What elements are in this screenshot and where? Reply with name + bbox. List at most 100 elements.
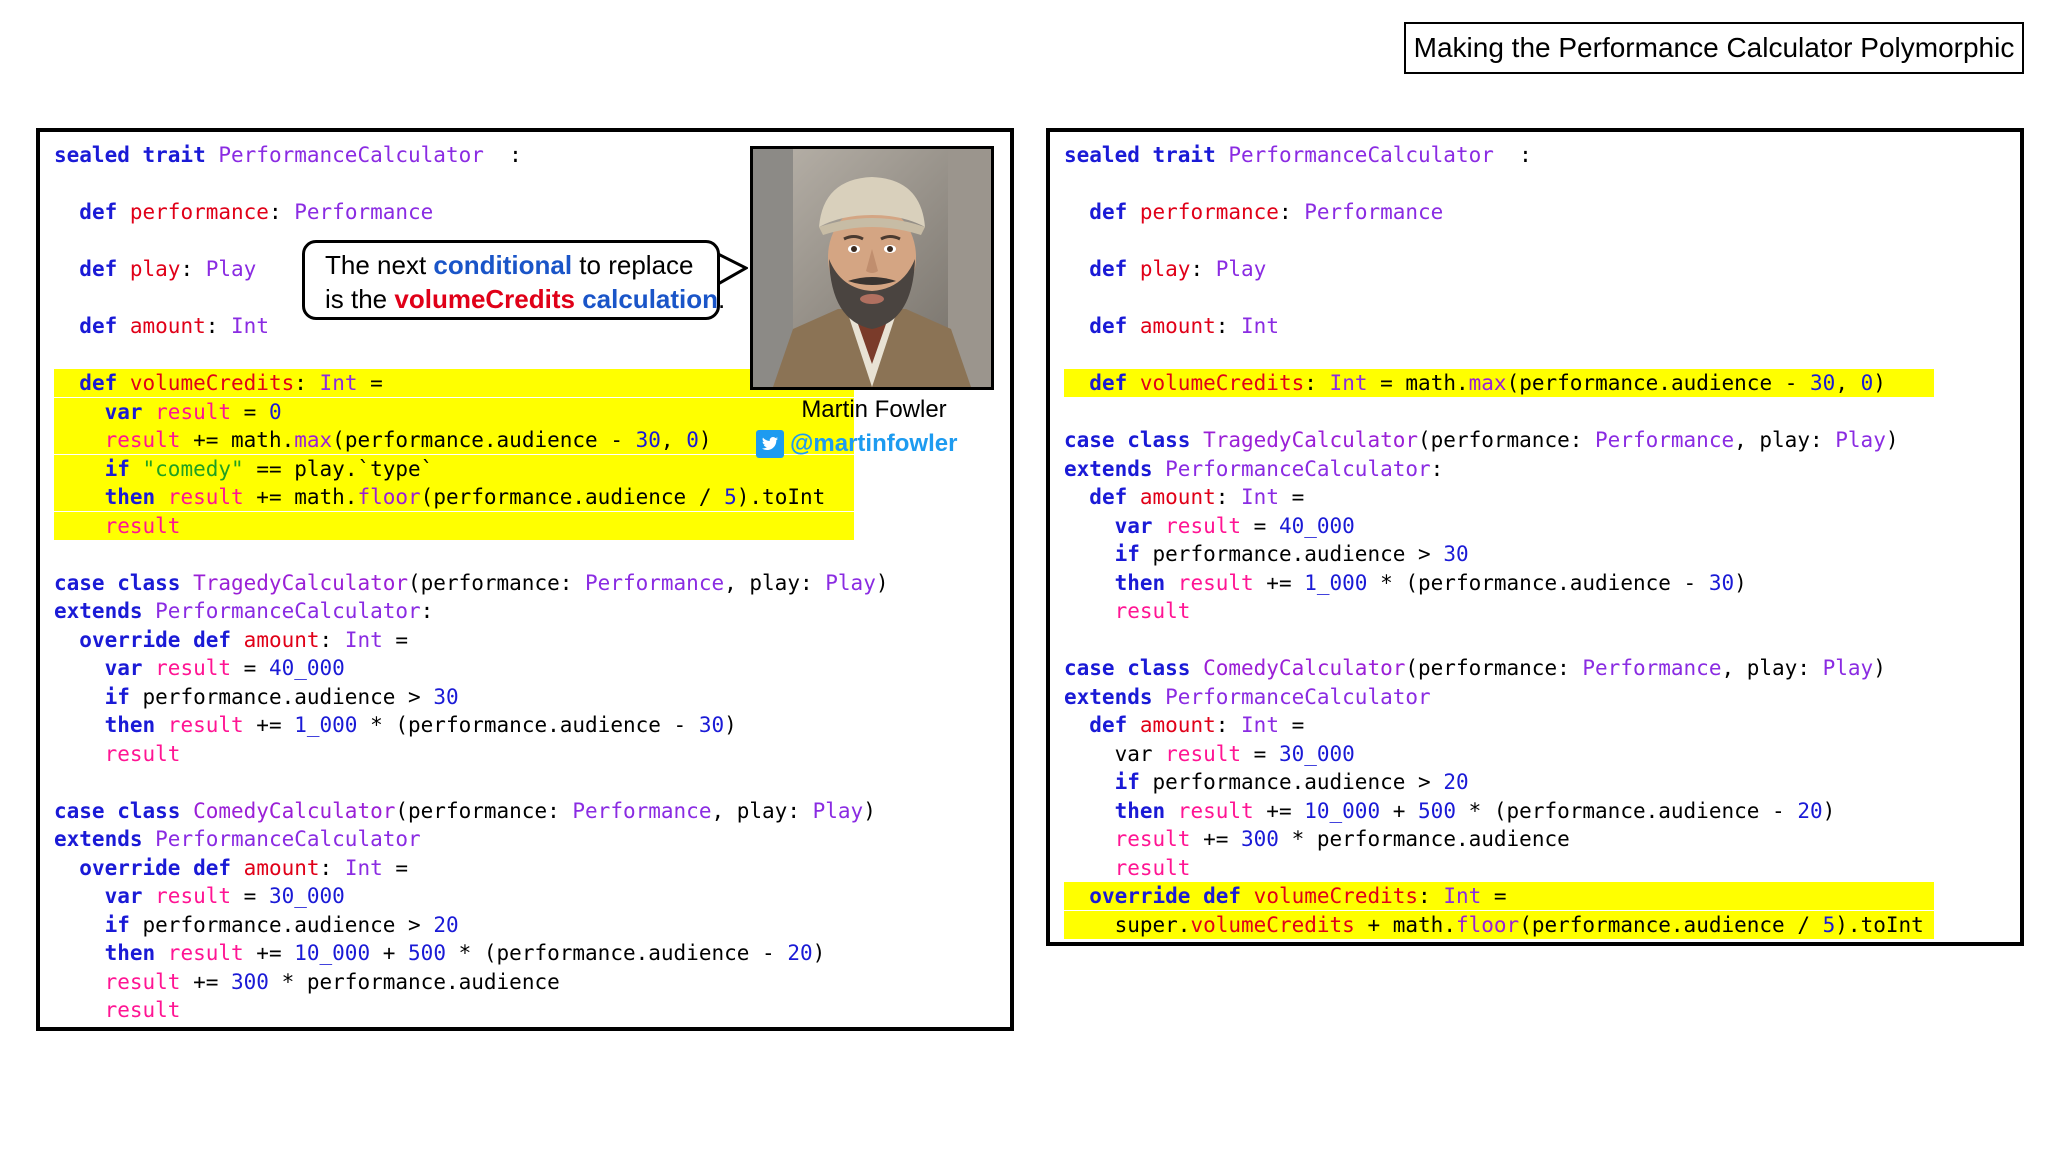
code-token: 5: [724, 485, 737, 509]
code-token: * performance.audience: [268, 969, 560, 994]
code-token: result: [1177, 570, 1254, 595]
code-token: performance.audience >: [1152, 770, 1444, 794]
code-line: case class ComedyCalculator(performance:…: [1064, 654, 1886, 682]
code-token: :: [483, 143, 522, 167]
code-token: +=: [243, 941, 295, 965]
code-line: def performance: Performance: [1064, 198, 1443, 226]
code-token: :: [1304, 371, 1330, 395]
code-token: Play: [812, 798, 864, 823]
code-token: result: [104, 998, 181, 1022]
code-token: result: [167, 485, 244, 509]
code-token: ,: [660, 428, 687, 452]
code-line: then result += 1_000 * (performance.audi…: [54, 711, 737, 739]
code-token: then: [104, 713, 168, 737]
code-line: def amount: Int: [54, 312, 269, 340]
code-line: result += math.max(performance.audience …: [54, 426, 854, 454]
code-token: if: [104, 456, 143, 481]
code-token: ): [1873, 656, 1886, 680]
code-token: =: [231, 656, 269, 680]
code-token: then: [1114, 570, 1178, 595]
code-token: max: [1468, 371, 1507, 395]
code-token: PerformanceCalculator: [1228, 143, 1494, 167]
code-token: case class: [1064, 428, 1204, 452]
code-token: 20: [433, 912, 459, 937]
code-token: volumeCredits: [129, 371, 295, 395]
code-token: * (performance.audience -: [357, 713, 699, 737]
code-token: result: [167, 713, 244, 737]
code-line: result: [1064, 854, 1191, 882]
code-token: TragedyCalculator: [193, 570, 409, 595]
code-token: result: [1114, 827, 1191, 851]
code-token: result: [1165, 741, 1242, 766]
code-token: ): [875, 570, 889, 595]
code-token: ): [1873, 371, 1886, 395]
code-line: var result = 30_000: [1064, 740, 1355, 768]
code-token: :: [1418, 884, 1444, 908]
code-token: volumeCredits: [1253, 884, 1419, 908]
code-token: Performance: [572, 798, 712, 823]
code-token: var: [1064, 741, 1166, 766]
code-line: var result = 40_000: [1064, 512, 1355, 540]
code-token: :: [1215, 485, 1242, 509]
code-token: super.: [1064, 912, 1191, 937]
code-token: 300: [231, 969, 269, 994]
code-token: override def: [79, 855, 244, 880]
code-token: 30_000: [1278, 741, 1355, 766]
code-token: ): [1822, 798, 1836, 823]
author-handle-link[interactable]: @martinfowler: [754, 428, 996, 460]
code-token: Performance: [294, 200, 434, 224]
code-token: extends: [1064, 684, 1166, 709]
code-token: Play: [1822, 656, 1874, 680]
code-line: extends PerformanceCalculator: [1064, 683, 1431, 711]
code-token: =: [382, 855, 409, 880]
code-line: var result = 40_000: [54, 654, 345, 682]
code-token: :: [1430, 456, 1444, 481]
code-token: (performance.audience /: [1519, 912, 1823, 937]
code-line: override def volumeCredits: Int =: [1064, 882, 1934, 910]
twitter-icon: [756, 430, 784, 458]
code-token: performance.audience >: [1152, 542, 1444, 566]
code-token: ,: [1835, 371, 1861, 395]
code-token: def: [79, 371, 130, 395]
code-token: performance: [1139, 200, 1279, 224]
code-line: then result += 10_000 + 500 * (performan…: [54, 939, 826, 967]
code-line: def performance: Performance: [54, 198, 433, 226]
code-token: (performance:: [408, 570, 586, 595]
code-token: PerformanceCalculator: [1165, 684, 1431, 709]
code-token: (performance.audience /: [420, 485, 725, 509]
code-token: +=: [180, 969, 232, 994]
code-token: ): [863, 798, 876, 823]
code-token: override def: [1089, 884, 1254, 908]
code-token: var: [104, 399, 156, 424]
code-token: then: [1114, 798, 1178, 823]
code-token: 40_000: [1278, 513, 1355, 538]
code-token: def: [1089, 200, 1140, 224]
code-token: 0: [268, 399, 282, 424]
code-token: :: [1493, 143, 1532, 167]
code-token: 10_000: [1304, 798, 1381, 823]
bubble-line-1: The next conditional to replace: [325, 250, 694, 280]
code-token: var: [1114, 513, 1166, 538]
code-token: 20: [1797, 798, 1823, 823]
code-token: def: [1089, 713, 1140, 737]
code-line: var result = 0: [54, 397, 854, 426]
code-token: 300: [1241, 827, 1279, 851]
code-token: Play: [825, 570, 876, 595]
slide-title: Making the Performance Calculator Polymo…: [1404, 22, 2024, 74]
code-line: case class TragedyCalculator(performance…: [54, 569, 889, 597]
code-token: =: [1481, 884, 1507, 908]
code-token: if: [104, 684, 143, 709]
code-token: Int: [319, 371, 358, 395]
speech-bubble: The next conditional to replace is the v…: [302, 240, 725, 320]
